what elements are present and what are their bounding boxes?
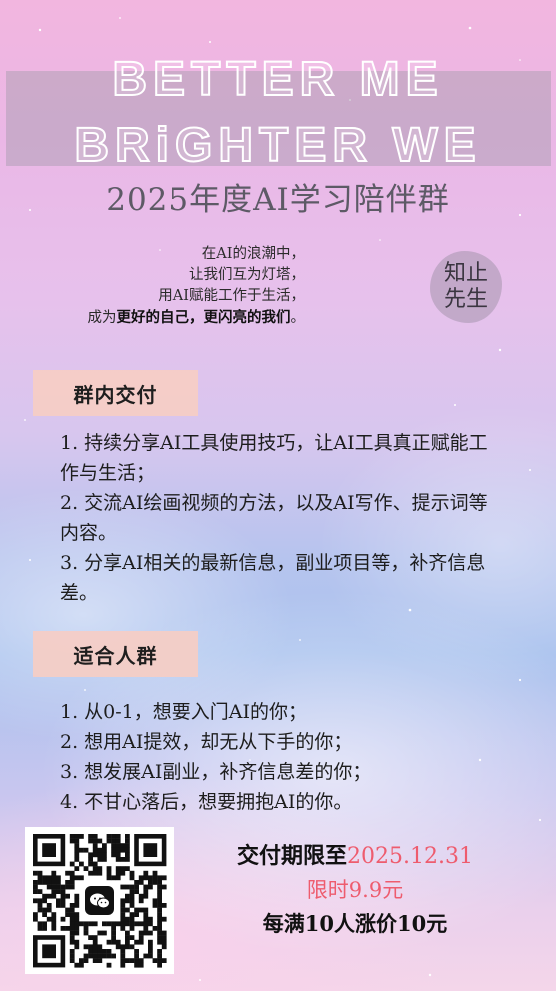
audience-list: 1. 从0-1，想要入门AI的你； 2. 想用AI提效，却无从下手的你； 3. … (60, 697, 500, 817)
poem-emphasis: 更好的自己，更闪亮的我们 (116, 309, 291, 326)
qr-center-badge (81, 882, 118, 919)
poem-line: 在AI的浪潮中， (201, 246, 305, 262)
hero-headline-line-1: BETTER ME (111, 52, 444, 107)
offer-deadline: 交付期限至2025.12.31 (205, 840, 505, 873)
poem-line: 让我们互为灯塔， (189, 267, 305, 283)
list-item: 3. 想发展AI副业，补齐信息差的你； (60, 761, 372, 783)
offer-price-rule: 每满10人涨价10元 (262, 911, 448, 936)
seal-line: 知止 (443, 261, 488, 286)
list-item: 2. 想用AI提效，却无从下手的你； (60, 731, 353, 753)
offer-price: 限时9.9元 (306, 878, 404, 902)
wechat-icon (85, 886, 114, 915)
seal-line: 先生 (443, 287, 488, 312)
poem-line-prefix: 成为 (87, 310, 117, 326)
intro-poem: 在AI的浪潮中， 让我们互为灯塔， 用AI赋能工作于生活， 成为更好的自己，更闪… (30, 244, 306, 329)
author-seal: 知止 先生 (430, 251, 502, 323)
poem-line-suffix: 。 (290, 310, 306, 326)
group-title: 2025年度AI学习陪伴群 (106, 182, 450, 218)
list-item: 3. 分享AI相关的最新信息，副业项目等，补齐信息差。 (60, 552, 486, 604)
section-heading-deliverables: 群内交付 (33, 370, 198, 416)
wechat-qr-code[interactable] (25, 827, 174, 974)
list-item: 2. 交流AI绘画视频的方法，以及AI写作、提示词等内容。 (60, 492, 488, 544)
deliverables-list: 1. 持续分享AI工具使用技巧，让AI工具真正赋能工作与生活； 2. 交流AI绘… (60, 428, 500, 608)
poem-line: 用AI赋能工作于生活， (158, 288, 305, 304)
list-item: 1. 持续分享AI工具使用技巧，让AI工具真正赋能工作与生活； (60, 432, 488, 484)
deadline-label: 交付期限至 (237, 843, 348, 869)
deadline-date: 2025.12.31 (347, 844, 473, 869)
section-heading-audience: 适合人群 (33, 631, 198, 677)
poem-line: 成为更好的自己，更闪亮的我们。 (30, 307, 306, 329)
list-item: 1. 从0-1，想要入门AI的你； (60, 701, 307, 723)
list-item: 4. 不甘心落后，想要拥抱AI的你。 (60, 791, 353, 813)
hero-headline-line-2: BRiGHTER WE (73, 118, 482, 173)
offer-panel: 交付期限至2025.12.31 限时9.9元 每满10人涨价10元 (205, 840, 505, 941)
